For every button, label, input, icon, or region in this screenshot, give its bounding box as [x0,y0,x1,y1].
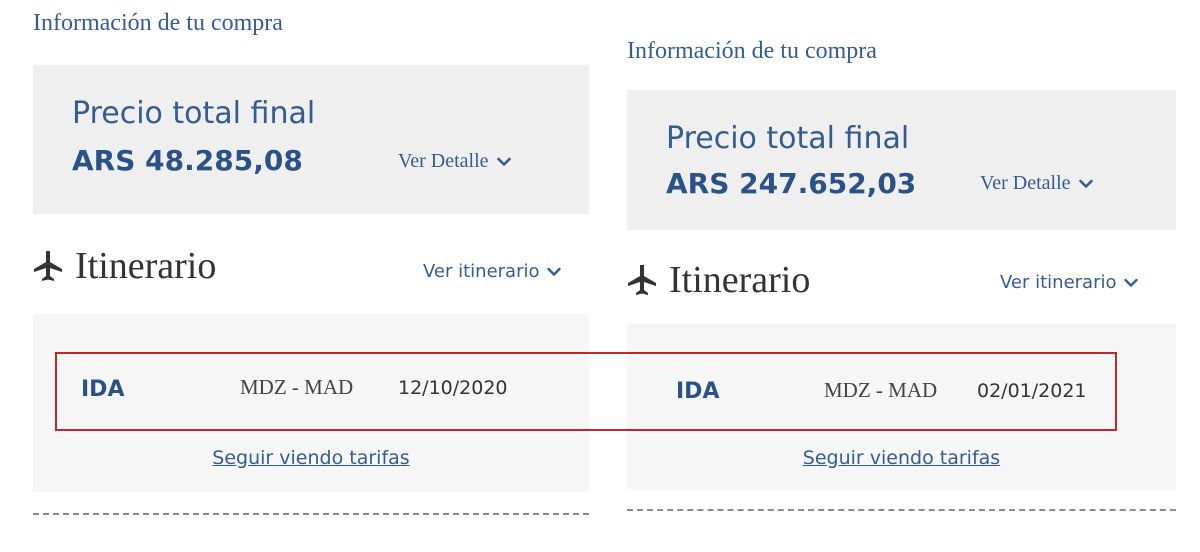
price-box: Precio total final ARS 247.652,03 Ver De… [627,90,1176,230]
chevron-down-icon [1123,278,1138,287]
ver-detalle-label: Ver Detalle [398,150,489,172]
chevron-down-icon [546,267,561,276]
airplane-icon [34,251,62,281]
flight-type: IDA [676,379,720,404]
price-label: Precio total final [666,121,910,156]
flight-type: IDA [81,377,125,402]
ver-detalle-link[interactable]: Ver Detalle [398,150,511,173]
flight-date: 12/10/2020 [398,377,508,399]
flight-route: MDZ - MAD [240,375,354,399]
price-label: Precio total final [72,96,316,131]
itinerary-box: IDA MDZ - MAD 02/01/2021 Seguir viendo t… [627,323,1176,490]
dashed-divider [627,509,1176,511]
chevron-down-icon [1078,179,1093,188]
itinerary-header: Itinerario [33,244,216,288]
itinerary-title: Itinerario [75,245,217,287]
ver-itinerario-link[interactable]: Ver itinerario [423,261,589,282]
flight-route: MDZ - MAD [824,378,938,402]
price-amount: ARS 48.285,08 [72,144,303,177]
ver-itinerario-label: Ver itinerario [423,261,540,282]
ver-itinerario-link[interactable]: Ver itinerario [1000,272,1176,293]
chevron-down-icon [496,157,511,166]
price-box: Precio total final ARS 48.285,08 Ver Det… [33,65,589,214]
section-title: Información de tu compra [33,10,283,36]
itinerary-header: Itinerario [627,258,810,302]
seguir-viendo-tarifas-link[interactable]: Seguir viendo tarifas [33,447,589,469]
airplane-icon [628,265,656,295]
flight-date: 02/01/2021 [977,380,1087,402]
ver-detalle-link[interactable]: Ver Detalle [980,172,1093,195]
price-amount: ARS 247.652,03 [666,167,917,200]
purchase-info-panel-left: Información de tu compra Precio total fi… [33,0,589,552]
dashed-divider [33,513,589,515]
itinerary-title: Itinerario [669,259,811,301]
itinerary-box: IDA MDZ - MAD 12/10/2020 Seguir viendo t… [33,314,589,492]
ver-detalle-label: Ver Detalle [980,172,1071,194]
purchase-info-panel-right: Información de tu compra Precio total fi… [627,0,1176,552]
section-title: Información de tu compra [627,38,877,64]
seguir-viendo-tarifas-link[interactable]: Seguir viendo tarifas [627,447,1176,469]
ver-itinerario-label: Ver itinerario [1000,272,1117,293]
